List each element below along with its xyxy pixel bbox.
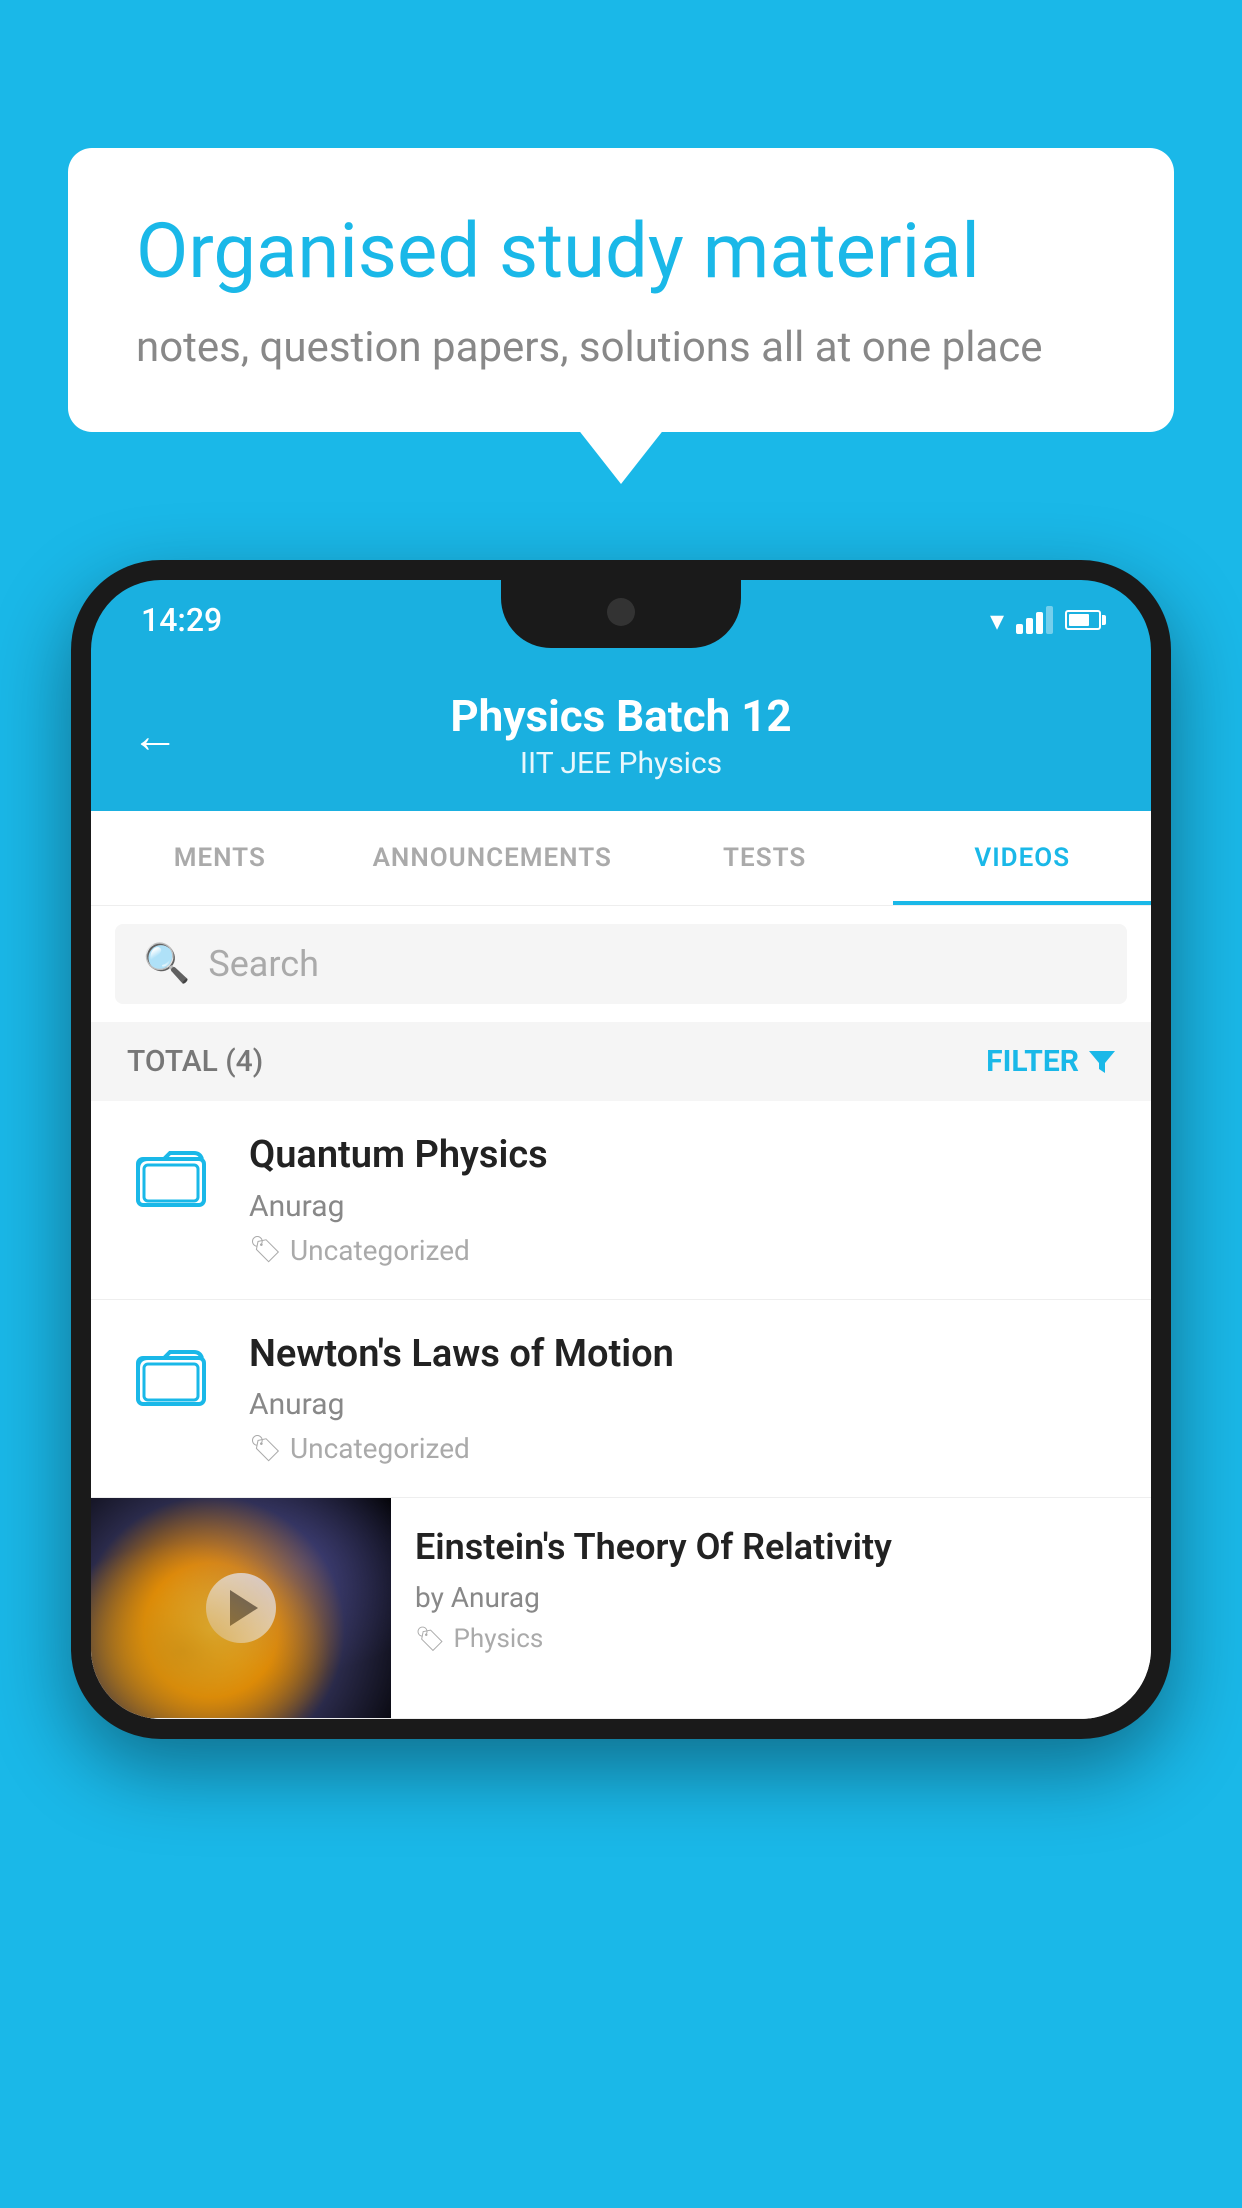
filter-button[interactable]: FILTER — [986, 1044, 1115, 1079]
item-tag: 🏷 Uncategorized — [249, 1234, 1121, 1267]
search-box[interactable]: 🔍 Search — [115, 924, 1127, 1004]
item-icon-wrap — [121, 1332, 221, 1410]
tag-icon: 🏷 — [415, 1625, 445, 1653]
tab-tests[interactable]: TESTS — [636, 811, 894, 905]
speech-bubble-section: Organised study material notes, question… — [68, 148, 1174, 432]
filter-label: FILTER — [986, 1044, 1079, 1079]
tabs-bar: MENTS ANNOUNCEMENTS TESTS VIDEOS — [91, 811, 1151, 906]
folder-icon — [136, 1141, 206, 1211]
app-header: ← Physics Batch 12 IIT JEE Physics — [91, 660, 1151, 811]
battery-icon — [1065, 610, 1101, 630]
search-placeholder: Search — [208, 943, 319, 985]
batch-subtitle: IIT JEE Physics — [450, 746, 791, 781]
tag-label: Uncategorized — [290, 1432, 470, 1465]
bubble-subtitle: notes, question papers, solutions all at… — [136, 323, 1106, 372]
tag-icon: 🏷 — [249, 1434, 282, 1464]
phone-outer-shell: 14:29 ▾ ← — [71, 560, 1171, 1739]
tab-videos[interactable]: VIDEOS — [893, 811, 1151, 905]
item-title: Einstein's Theory Of Relativity — [415, 1524, 1127, 1571]
search-icon: 🔍 — [143, 942, 190, 986]
tag-icon: 🏷 — [249, 1235, 282, 1265]
search-container: 🔍 Search — [91, 906, 1151, 1022]
signal-icon — [1016, 606, 1053, 634]
item-icon-wrap — [121, 1133, 221, 1211]
tag-label: Uncategorized — [290, 1234, 470, 1267]
batch-title: Physics Batch 12 — [450, 690, 791, 742]
item-author: Anurag — [249, 1189, 1121, 1224]
video-thumbnail — [91, 1498, 391, 1718]
item-info: Newton's Laws of Motion Anurag 🏷 Uncateg… — [249, 1332, 1121, 1466]
wifi-icon: ▾ — [990, 604, 1004, 637]
item-title: Quantum Physics — [249, 1133, 1121, 1179]
list-item[interactable]: Quantum Physics Anurag 🏷 Uncategorized — [91, 1101, 1151, 1300]
phone-device: 14:29 ▾ ← — [71, 560, 1171, 1739]
item-info: Einstein's Theory Of Relativity by Anura… — [391, 1498, 1151, 1680]
bubble-title: Organised study material — [136, 208, 1106, 295]
speech-bubble: Organised study material notes, question… — [68, 148, 1174, 432]
status-time: 14:29 — [141, 601, 222, 639]
camera-notch — [607, 598, 635, 626]
folder-icon — [136, 1340, 206, 1410]
tag-label: Physics — [453, 1624, 543, 1654]
header-center: Physics Batch 12 IIT JEE Physics — [450, 690, 791, 781]
total-count: TOTAL (4) — [127, 1044, 263, 1079]
item-title: Newton's Laws of Motion — [249, 1332, 1121, 1378]
back-button[interactable]: ← — [131, 707, 179, 764]
item-author: by Anurag — [415, 1581, 1127, 1614]
tab-announcements[interactable]: ANNOUNCEMENTS — [349, 811, 636, 905]
list-item[interactable]: Einstein's Theory Of Relativity by Anura… — [91, 1498, 1151, 1719]
item-author: Anurag — [249, 1387, 1121, 1422]
item-tag: 🏷 Uncategorized — [249, 1432, 1121, 1465]
thumbnail-bg — [91, 1498, 391, 1718]
filter-bar: TOTAL (4) FILTER — [91, 1022, 1151, 1101]
video-list: Quantum Physics Anurag 🏷 Uncategorized — [91, 1101, 1151, 1719]
tab-ments[interactable]: MENTS — [91, 811, 349, 905]
item-tag: 🏷 Physics — [415, 1624, 1127, 1654]
list-item[interactable]: Newton's Laws of Motion Anurag 🏷 Uncateg… — [91, 1300, 1151, 1499]
filter-funnel-icon — [1089, 1051, 1115, 1073]
status-bar: 14:29 ▾ — [91, 580, 1151, 660]
status-icons: ▾ — [990, 604, 1101, 637]
app-screen: ← Physics Batch 12 IIT JEE Physics MENTS… — [91, 660, 1151, 1719]
item-info: Quantum Physics Anurag 🏷 Uncategorized — [249, 1133, 1121, 1267]
